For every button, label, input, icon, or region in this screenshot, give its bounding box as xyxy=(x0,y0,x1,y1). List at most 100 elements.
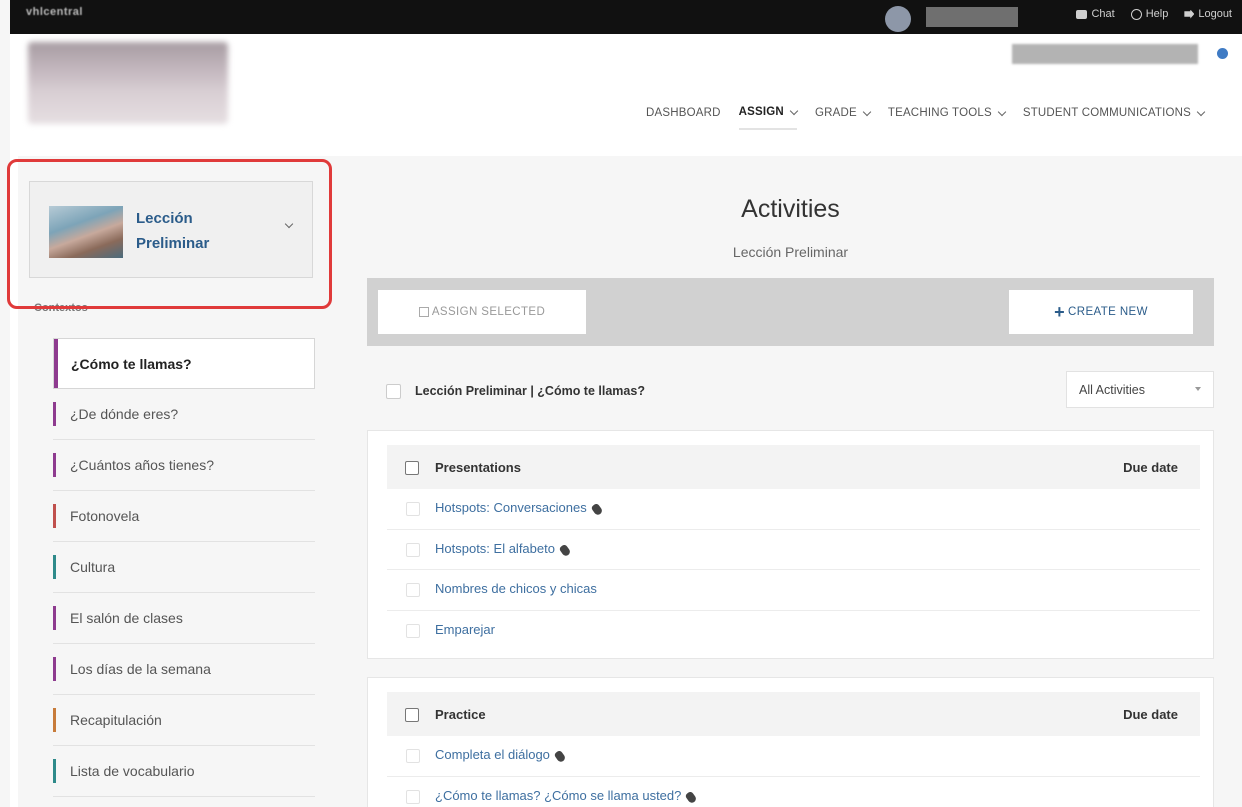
activity-checkbox[interactable] xyxy=(406,749,420,763)
activity-link[interactable]: Hotspots: Conversaciones xyxy=(435,500,604,517)
chat-label: Chat xyxy=(1091,8,1115,20)
breadcrumb: Lección Preliminar | ¿Cómo te llamas? xyxy=(415,384,645,398)
section-header: Practice Due date xyxy=(387,692,1200,736)
help-link[interactable]: Help xyxy=(1130,8,1169,20)
select-all-checkbox[interactable] xyxy=(386,384,401,399)
top-links: Chat Help Logout xyxy=(1076,8,1232,20)
activity-checkbox[interactable] xyxy=(406,789,420,804)
nav-teaching-tools[interactable]: TEACHING TOOLS xyxy=(887,106,1007,130)
nav-assign[interactable]: ASSIGN xyxy=(738,106,799,130)
section-checkbox[interactable] xyxy=(405,461,419,475)
activity-list: Hotspots: Conversaciones Hotspots: El al… xyxy=(387,489,1200,651)
assign-selected-label: ASSIGN SELECTED xyxy=(431,306,546,318)
filter-row: Lección Preliminar | ¿Cómo te llamas? Al… xyxy=(367,367,1214,412)
account-status-icon xyxy=(1217,48,1228,59)
mouse-icon xyxy=(590,502,604,517)
topic-color-bar xyxy=(54,339,58,388)
caret-down-icon xyxy=(1195,387,1201,391)
school-logo xyxy=(28,42,228,124)
topic-item[interactable]: ¿De dónde eres? xyxy=(53,389,315,440)
due-date-header: Due date xyxy=(1123,707,1178,722)
topic-color-bar xyxy=(53,657,56,681)
activity-list: Completa el diálogo ¿Cómo te llamas? ¿Có… xyxy=(387,736,1200,807)
header: DASHBOARD ASSIGN GRADE TEACHING TOOLS ST… xyxy=(18,34,1242,156)
nav-grade[interactable]: GRADE xyxy=(815,106,872,130)
logout-link[interactable]: Logout xyxy=(1184,8,1232,20)
activity-row: ¿Cómo te llamas? ¿Cómo se llama usted? xyxy=(387,777,1200,807)
create-new-button[interactable]: + CREATE NEW xyxy=(1009,290,1193,334)
nav-teaching-tools-label: TEACHING TOOLS xyxy=(887,107,992,119)
account-selector[interactable] xyxy=(1012,44,1198,64)
activity-checkbox[interactable] xyxy=(406,623,420,638)
redacted-username xyxy=(926,7,1018,27)
activity-label: Emparejar xyxy=(435,621,495,637)
help-label: Help xyxy=(1145,8,1169,20)
activity-label: Completa el diálogo xyxy=(435,747,550,762)
topic-item[interactable]: Fotonovela xyxy=(53,491,315,542)
topic-label: Fotonovela xyxy=(70,508,140,524)
topic-item[interactable]: El salón de clases xyxy=(53,593,315,644)
section-header: Presentations Due date xyxy=(387,445,1200,489)
nav-student-communications-label: STUDENT COMMUNICATIONS xyxy=(1022,107,1191,119)
activity-link[interactable]: Nombres de chicos y chicas xyxy=(435,581,597,596)
chevron-down-icon xyxy=(1196,107,1206,116)
due-date-header: Due date xyxy=(1123,460,1178,475)
activity-checkbox[interactable] xyxy=(406,502,420,516)
nav-dashboard[interactable]: DASHBOARD xyxy=(646,106,721,130)
topic-label: ¿Cómo te llamas? xyxy=(71,355,192,372)
practice-panel: Practice Due date Completa el diálogo ¿C… xyxy=(367,677,1214,807)
activity-link[interactable]: Completa el diálogo xyxy=(435,747,567,764)
topic-label: Los días de la semana xyxy=(70,661,211,677)
section-checkbox[interactable] xyxy=(405,708,419,722)
main-nav: DASHBOARD ASSIGN GRADE TEACHING TOOLS ST… xyxy=(646,106,1206,130)
topic-item[interactable]: Lista de vocabulario xyxy=(53,746,315,797)
activity-row: Emparejar xyxy=(387,611,1200,652)
topic-color-bar xyxy=(53,453,56,477)
activity-label: ¿Cómo te llamas? ¿Cómo se llama usted? xyxy=(435,787,682,803)
activity-link[interactable]: Emparejar xyxy=(435,622,495,637)
activity-label: Hotspots: Conversaciones xyxy=(435,500,587,515)
topic-label: ¿De dónde eres? xyxy=(70,406,179,422)
presentations-panel: Presentations Due date Hotspots: Convers… xyxy=(367,430,1214,659)
activity-row: Hotspots: El alfabeto xyxy=(387,530,1200,570)
topic-item[interactable]: ¿Cómo te llamas? xyxy=(53,338,315,389)
activity-toolbar: ASSIGN SELECTED + CREATE NEW xyxy=(367,278,1214,346)
activity-row: Hotspots: Conversaciones xyxy=(387,489,1200,530)
activity-link[interactable]: ¿Cómo te llamas? ¿Cómo se llama usted? xyxy=(435,787,698,804)
chevron-down-icon xyxy=(997,107,1007,116)
topic-color-bar xyxy=(53,402,56,426)
left-margin xyxy=(10,0,18,807)
activity-link[interactable]: Hotspots: El alfabeto xyxy=(435,540,572,557)
logout-label: Logout xyxy=(1198,8,1232,20)
topic-item[interactable]: Los días de la semana xyxy=(53,644,315,695)
chat-link[interactable]: Chat xyxy=(1076,8,1115,20)
topic-item[interactable]: Cultura xyxy=(53,542,315,593)
mouse-icon xyxy=(558,543,572,557)
calendar-icon xyxy=(418,307,429,317)
assign-selected-button[interactable]: ASSIGN SELECTED xyxy=(378,290,586,334)
user-avatar[interactable] xyxy=(885,6,911,32)
activity-checkbox[interactable] xyxy=(406,583,420,597)
activity-filter-value: All Activities xyxy=(1079,382,1145,397)
nav-student-communications[interactable]: STUDENT COMMUNICATIONS xyxy=(1022,106,1206,130)
top-bar: vhlcentral Chat Help Logout xyxy=(10,0,1242,34)
brand-logo[interactable]: vhlcentral xyxy=(26,6,83,18)
activity-row: Completa el diálogo xyxy=(387,736,1200,777)
topic-item[interactable]: Recapitulación xyxy=(53,695,315,746)
activity-row: Nombres de chicos y chicas xyxy=(387,570,1200,611)
topic-label: ¿Cuántos años tienes? xyxy=(70,457,214,473)
activity-checkbox[interactable] xyxy=(406,542,420,557)
topic-color-bar xyxy=(53,504,56,528)
activity-filter-select[interactable]: All Activities xyxy=(1066,371,1214,408)
topic-item[interactable]: ¿Cuántos años tienes? xyxy=(53,440,315,491)
page-subtitle: Lección Preliminar xyxy=(732,244,849,260)
topic-color-bar xyxy=(53,708,56,732)
activity-label: Nombres de chicos y chicas xyxy=(435,581,597,596)
section-title: Presentations xyxy=(435,460,521,475)
plus-icon: + xyxy=(1054,301,1066,322)
help-icon xyxy=(1130,8,1142,20)
section-title: Practice xyxy=(435,707,486,722)
highlight-annotation xyxy=(7,159,332,309)
topic-color-bar xyxy=(53,759,56,783)
activity-label: Hotspots: El alfabeto xyxy=(435,540,555,556)
